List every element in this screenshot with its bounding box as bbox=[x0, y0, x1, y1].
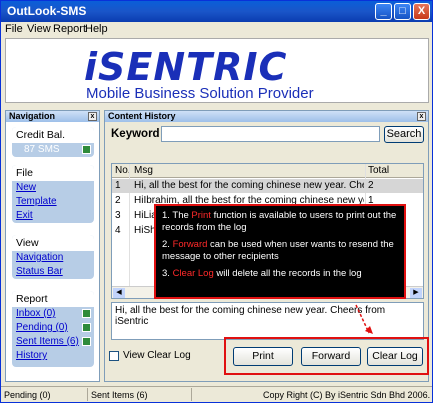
nav-item-inbox-label: Inbox (0) bbox=[16, 308, 56, 319]
credit-heading: Credit Bal. bbox=[12, 127, 94, 143]
status-pending: Pending (0) bbox=[4, 390, 51, 400]
callout-highlight: Print bbox=[191, 210, 211, 221]
status-divider bbox=[191, 388, 192, 401]
nav-item-sent-items-label: Sent Items (6) bbox=[16, 336, 79, 347]
view-clear-log-checkbox[interactable] bbox=[109, 351, 119, 361]
table-header: No. Msg Total bbox=[112, 164, 423, 178]
nav-item-template[interactable]: Template bbox=[12, 195, 94, 209]
view-section: View Navigation Status Bar bbox=[12, 235, 94, 279]
row-no: 1 bbox=[115, 180, 121, 191]
nav-item-navigation[interactable]: Navigation bbox=[12, 251, 94, 265]
row-no: 2 bbox=[115, 195, 121, 206]
credit-value: 87 SMS bbox=[12, 143, 94, 157]
refresh-icon[interactable] bbox=[82, 145, 91, 154]
status-divider bbox=[87, 388, 88, 401]
navigation-header: Navigation x bbox=[6, 111, 99, 122]
inbox-refresh-icon[interactable] bbox=[82, 309, 91, 318]
credit-value-text: 87 SMS bbox=[24, 144, 60, 155]
callout-highlight: Forward bbox=[172, 239, 208, 250]
content-title: Content History bbox=[108, 111, 176, 121]
row-no: 3 bbox=[115, 210, 121, 221]
title-bar[interactable]: OutLook-SMS _ □ X bbox=[1, 1, 432, 22]
view-clear-log-label: View Clear Log bbox=[123, 350, 191, 361]
column-msg[interactable]: Msg bbox=[134, 165, 153, 176]
menu-report[interactable]: Report bbox=[53, 23, 86, 35]
callout-text: will delete all the records in the log bbox=[213, 268, 362, 279]
status-bar: Pending (0) Sent Items (6) Copy Right (C… bbox=[1, 386, 432, 402]
banner: iSENTRIC Mobile Business Solution Provid… bbox=[5, 38, 429, 103]
callout-number: 1. The bbox=[162, 210, 192, 221]
table-row[interactable]: 1 Hi, all the best for the coming chines… bbox=[112, 179, 423, 193]
nav-item-inbox[interactable]: Inbox (0) bbox=[12, 307, 94, 321]
content-close-icon[interactable]: x bbox=[417, 112, 426, 121]
keyword-input[interactable] bbox=[161, 126, 380, 142]
nav-item-pending[interactable]: Pending (0) bbox=[12, 321, 94, 335]
navigation-title: Navigation bbox=[9, 111, 56, 121]
menu-bar: File View Report Help bbox=[1, 22, 432, 37]
menu-file[interactable]: File bbox=[5, 23, 23, 35]
callout-number: 3. bbox=[162, 268, 173, 279]
credit-section: Credit Bal. 87 SMS bbox=[12, 127, 94, 157]
nav-item-exit[interactable]: Exit bbox=[12, 209, 94, 223]
row-no: 4 bbox=[115, 225, 121, 236]
content-header: Content History x bbox=[105, 111, 428, 122]
callout-number: 2. bbox=[162, 239, 173, 250]
callout-highlight: Clear Log bbox=[172, 268, 214, 279]
menu-view[interactable]: View bbox=[27, 23, 51, 35]
report-heading: Report bbox=[12, 291, 94, 307]
nav-item-status-bar[interactable]: Status Bar bbox=[12, 265, 94, 279]
menu-help[interactable]: Help bbox=[85, 23, 108, 35]
search-button[interactable]: Search bbox=[384, 126, 424, 143]
nav-item-new[interactable]: New bbox=[12, 181, 94, 195]
pending-refresh-icon[interactable] bbox=[82, 323, 91, 332]
sent-refresh-icon[interactable] bbox=[82, 337, 91, 346]
help-callout: 1. The Print function is available to us… bbox=[154, 204, 406, 299]
nav-item-pending-label: Pending (0) bbox=[16, 322, 68, 333]
report-section: Report Inbox (0) Pending (0) Sent Items … bbox=[12, 291, 94, 367]
message-preview[interactable]: Hi, all the best for the coming chinese … bbox=[111, 302, 424, 340]
minimize-button[interactable]: _ bbox=[375, 3, 392, 20]
callout-item-print: 1. The Print function is available to us… bbox=[162, 210, 398, 234]
status-sent: Sent Items (6) bbox=[91, 390, 148, 400]
navigation-panel: Navigation x Credit Bal. 87 SMS File New… bbox=[5, 110, 100, 382]
scroll-right-icon[interactable]: ▶ bbox=[410, 288, 422, 298]
file-heading: File bbox=[12, 165, 94, 181]
callout-item-clear-log: 3. Clear Log will delete all the records… bbox=[162, 268, 398, 280]
row-msg: Hi, all the best for the coming chinese … bbox=[134, 180, 364, 191]
app-window: OutLook-SMS _ □ X File View Report Help … bbox=[0, 0, 433, 403]
file-section: File New Template Exit bbox=[12, 165, 94, 223]
row-total: 2 bbox=[368, 180, 374, 191]
close-button[interactable]: X bbox=[413, 3, 430, 20]
buttons-highlight-frame bbox=[224, 337, 429, 375]
window-title: OutLook-SMS bbox=[7, 4, 87, 18]
status-copyright: Copy Right (C) By iSentric Sdn Bhd 2006. bbox=[263, 390, 431, 400]
brand-logo: iSENTRIC bbox=[84, 45, 288, 89]
navigation-close-icon[interactable]: x bbox=[88, 112, 97, 121]
keyword-label: Keyword bbox=[111, 128, 160, 140]
nav-item-sent-items[interactable]: Sent Items (6) bbox=[12, 335, 94, 349]
nav-item-history[interactable]: History bbox=[12, 349, 94, 363]
column-total[interactable]: Total bbox=[368, 165, 389, 176]
view-heading: View bbox=[12, 235, 94, 251]
maximize-button[interactable]: □ bbox=[394, 3, 411, 20]
callout-item-forward: 2. Forward can be used when user wants t… bbox=[162, 239, 398, 263]
brand-tagline: Mobile Business Solution Provider bbox=[86, 85, 314, 102]
scroll-left-icon[interactable]: ◀ bbox=[113, 288, 125, 298]
